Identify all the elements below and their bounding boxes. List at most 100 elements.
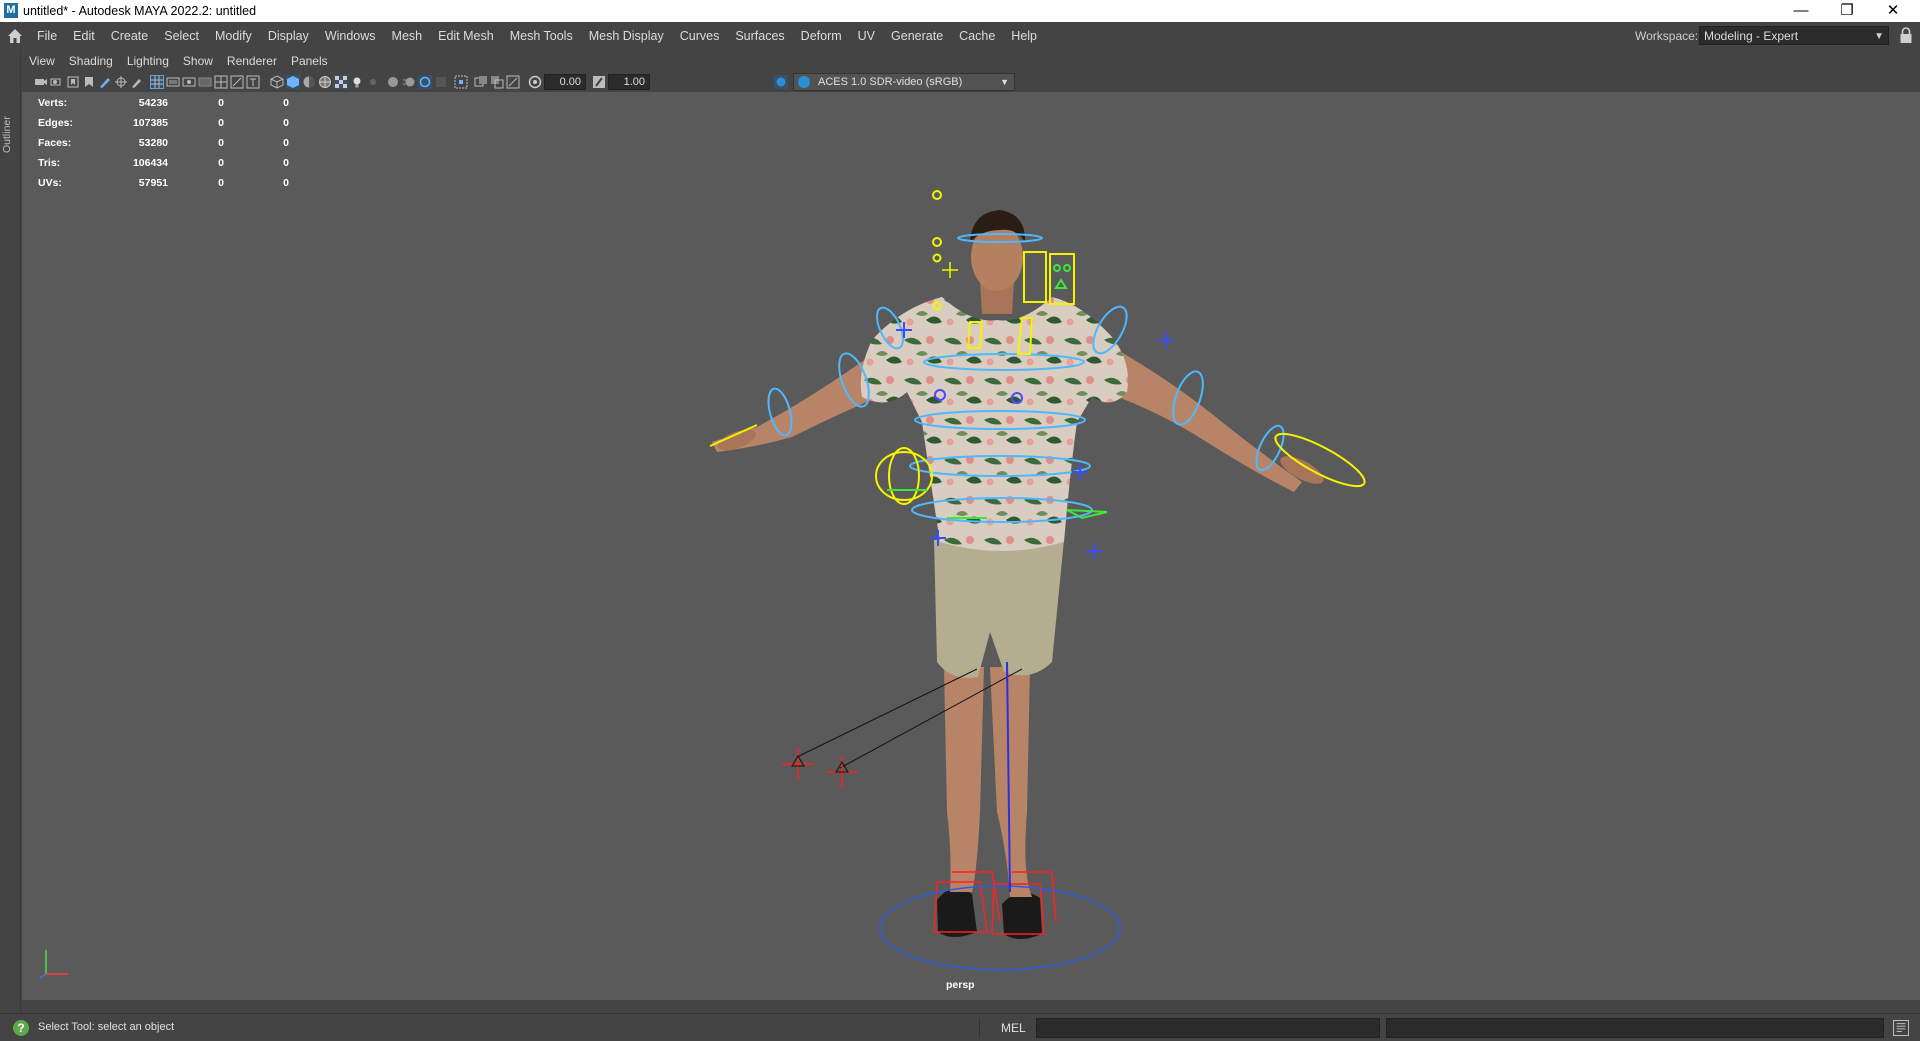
hud-label: Faces: [38, 137, 72, 149]
menu-mesh-display[interactable]: Mesh Display [581, 22, 672, 50]
menu-mesh-tools[interactable]: Mesh Tools [502, 22, 581, 50]
persp-viewport[interactable]: Verts: 54236 0 0 Edges: 107385 0 0 Faces… [22, 92, 1920, 1000]
menu-curves[interactable]: Curves [672, 22, 728, 50]
menu-help[interactable]: Help [1003, 22, 1045, 50]
minimize-icon[interactable]: — [1778, 0, 1824, 22]
menu-select[interactable]: Select [156, 22, 207, 50]
menu-generate[interactable]: Generate [883, 22, 951, 50]
screen-space-ao-icon[interactable] [386, 75, 400, 89]
view-axis-icon [39, 950, 68, 979]
hud-value: 0 [218, 137, 224, 149]
color-space-value: ACES 1.0 SDR-video (sRGB) [818, 76, 963, 88]
workspace-value: Modeling - Expert [1704, 29, 1799, 43]
isolate-select-icon[interactable] [454, 75, 468, 89]
outliner-tab[interactable]: Outliner [1, 108, 19, 162]
panel-menu-renderer[interactable]: Renderer [220, 51, 284, 72]
hud-value: 107385 [132, 117, 168, 129]
panel-menu-shading[interactable]: Shading [62, 51, 120, 72]
window-title: untitled* - Autodesk MAYA 2022.2: untitl… [23, 4, 257, 18]
panel-menu-panels[interactable]: Panels [284, 51, 335, 72]
menu-cache[interactable]: Cache [951, 22, 1003, 50]
help-icon[interactable]: ? [13, 1020, 29, 1036]
panel-menu-show[interactable]: Show [176, 51, 220, 72]
smooth-shade-icon[interactable] [286, 75, 300, 89]
menu-create[interactable]: Create [103, 22, 157, 50]
menu-edit[interactable]: Edit [65, 22, 103, 50]
hud-value: 0 [283, 157, 289, 169]
panel-toolbar: 0.00 1.00 ACES 1.0 SDR-video (sRGB) ▼ [22, 72, 1920, 92]
hud-label: Edges: [38, 117, 74, 129]
menu-uv[interactable]: UV [850, 22, 883, 50]
lock-icon[interactable] [1899, 27, 1913, 44]
hud-label: Verts: [38, 97, 68, 109]
hud-label: Tris: [38, 157, 61, 169]
home-icon[interactable] [6, 27, 24, 45]
hud-value: 0 [218, 157, 224, 169]
help-line-text: Select Tool: select an object [38, 1021, 175, 1033]
command-line-input[interactable] [1036, 1018, 1380, 1038]
exposure-field[interactable]: 0.00 [544, 74, 586, 90]
hud-value: 54236 [138, 97, 168, 109]
camera-select-icon[interactable] [34, 75, 48, 89]
command-result-field [1386, 1018, 1884, 1038]
panel-menu-bar: View Shading Lighting Show Renderer Pane… [22, 51, 335, 72]
grease-pencil-icon[interactable] [98, 75, 112, 89]
restore-icon[interactable]: ❐ [1824, 0, 1870, 22]
camera-attributes-icon[interactable] [50, 75, 64, 89]
workspace-label: Workspace: [1635, 29, 1699, 43]
wireframe-icon[interactable] [270, 75, 284, 89]
script-editor-icon[interactable] [1893, 1020, 1909, 1036]
wireframe-on-shaded-icon[interactable] [318, 75, 332, 89]
command-language-toggle[interactable]: MEL [1001, 1021, 1026, 1035]
2d-pan-zoom-icon[interactable] [114, 75, 128, 89]
chevron-down-icon: ▼ [1000, 77, 1009, 87]
panel-menu-view[interactable]: View [22, 51, 62, 72]
workspace-select[interactable]: Modeling - Expert ▼ [1699, 26, 1889, 45]
xray-active-icon[interactable] [490, 75, 504, 89]
hud-label: UVs: [38, 177, 62, 189]
title-bar: M untitled* - Autodesk MAYA 2022.2: unti… [0, 0, 1920, 22]
resolution-gate-icon[interactable] [182, 75, 196, 89]
gamma-icon[interactable] [592, 75, 606, 89]
image-plane-icon[interactable] [82, 75, 96, 89]
menu-edit-mesh[interactable]: Edit Mesh [430, 22, 502, 50]
menu-windows[interactable]: Windows [317, 22, 384, 50]
film-gate-icon[interactable] [166, 75, 180, 89]
default-material-icon[interactable] [302, 75, 316, 89]
hud-value: 0 [218, 177, 224, 189]
grid-icon[interactable] [150, 75, 164, 89]
field-chart-icon[interactable] [214, 75, 228, 89]
hud-value: 0 [283, 177, 289, 189]
panel-menu-lighting[interactable]: Lighting [120, 51, 176, 72]
bookmark-icon[interactable] [66, 75, 80, 89]
gate-mask-icon[interactable] [198, 75, 212, 89]
safe-title-icon[interactable] [246, 75, 260, 89]
depth-of-field-icon[interactable] [434, 75, 448, 89]
anti-aliasing-icon[interactable] [418, 75, 432, 89]
menu-surfaces[interactable]: Surfaces [727, 22, 792, 50]
pencil-icon[interactable] [130, 75, 144, 89]
xray-joints-icon[interactable] [506, 75, 520, 89]
textured-icon[interactable] [334, 75, 348, 89]
menu-modify[interactable]: Modify [207, 22, 260, 50]
menu-deform[interactable]: Deform [793, 22, 850, 50]
close-icon[interactable]: ✕ [1870, 0, 1916, 22]
safe-action-icon[interactable] [230, 75, 244, 89]
lights-icon[interactable] [350, 75, 364, 89]
menu-display[interactable]: Display [260, 22, 317, 50]
hud-value: 0 [283, 117, 289, 129]
color-space-select[interactable]: ACES 1.0 SDR-video (sRGB) ▼ [793, 73, 1015, 91]
hud-value: 0 [218, 97, 224, 109]
gamma-field[interactable]: 1.00 [608, 74, 650, 90]
motion-blur-icon[interactable] [402, 75, 416, 89]
menu-mesh[interactable]: Mesh [384, 22, 431, 50]
view-transform-icon[interactable] [774, 75, 788, 89]
help-line: ? Select Tool: select an object MEL [0, 1013, 1920, 1041]
main-menu-bar: File Edit Create Select Modify Display W… [0, 22, 1920, 50]
hud-value: 57951 [138, 177, 168, 189]
shadows-icon[interactable] [366, 75, 380, 89]
camera-name-label: persp [946, 979, 975, 991]
menu-file[interactable]: File [37, 22, 65, 50]
xray-icon[interactable] [474, 75, 488, 89]
exposure-icon[interactable] [528, 75, 542, 89]
